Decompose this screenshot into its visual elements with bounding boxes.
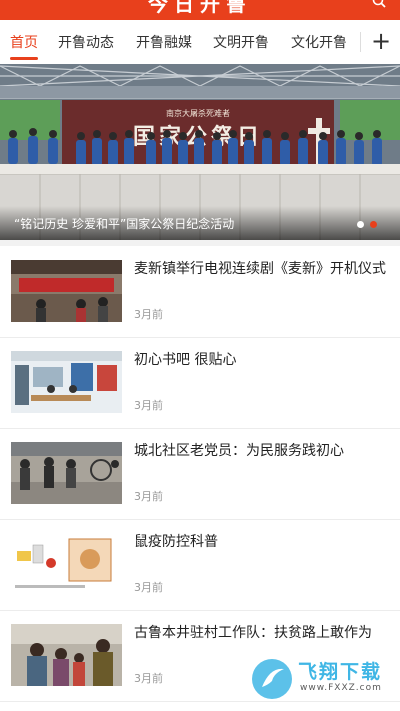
watermark-logo-icon [252,659,292,699]
tab-kailu-media[interactable]: 开鲁融媒 [136,32,192,52]
banner-caption-bar: “铭记历史 珍爱和平”国家公祭日纪念活动 [0,206,400,240]
article-thumbnail [11,351,122,413]
banner-carousel[interactable]: 南京大屠杀死难者 国家公祭日 [0,64,400,240]
tab-home[interactable]: 首页 [10,32,38,52]
article-thumbnail [11,260,122,322]
watermark: 飞翔下载 www.FXXZ.com [250,655,390,703]
article-thumbnail [11,442,122,504]
article-time: 3月前 [134,399,163,412]
article-title[interactable]: 麦新镇举行电视连续剧《麦新》开机仪式 [134,258,388,281]
app-title: 今日开鲁 [148,0,252,16]
list-item[interactable]: 鼠疫防控科普 3月前 [0,519,400,611]
watermark-url: www.FXXZ.com [300,683,382,693]
article-title[interactable]: 城北社区老党员：为民服务践初心 [134,440,388,463]
search-icon[interactable] [372,0,386,8]
carousel-dot-2-active[interactable] [370,221,377,228]
tab-kailu-news[interactable]: 开鲁动态 [58,32,114,52]
article-thumbnail [11,533,122,595]
article-time: 3月前 [134,581,163,594]
article-time: 3月前 [134,308,163,321]
tab-civilized-kailu[interactable]: 文明开鲁 [213,32,269,52]
article-title[interactable]: 鼠疫防控科普 [134,531,388,554]
app-header: 今日开鲁 [0,0,400,20]
active-tab-indicator [10,57,38,60]
tab-culture-kailu[interactable]: 文化开鲁 [291,32,347,52]
list-item[interactable]: 麦新镇举行电视连续剧《麦新》开机仪式 3月前 [0,246,400,338]
tabs-divider [360,32,361,52]
banner-caption: “铭记历史 珍爱和平”国家公祭日纪念活动 [14,217,235,231]
article-title[interactable]: 初心书吧 很贴心 [134,349,388,372]
article-time: 3月前 [134,490,163,503]
list-item[interactable]: 城北社区老党员：为民服务践初心 3月前 [0,428,400,520]
category-tabs: 首页 开鲁动态 开鲁融媒 文明开鲁 文化开鲁 + [0,20,400,65]
watermark-text: 飞翔下载 [298,661,383,683]
article-title[interactable]: 古鲁本井驻村工作队：扶贫路上敢作为 [134,622,388,645]
carousel-dot-1[interactable] [357,221,364,228]
article-thumbnail [11,624,122,686]
banner-sign-small: 南京大屠杀死难者 [166,108,230,118]
plus-icon[interactable]: + [368,26,394,56]
article-time: 3月前 [134,672,163,685]
list-item[interactable]: 初心书吧 很贴心 3月前 [0,337,400,429]
